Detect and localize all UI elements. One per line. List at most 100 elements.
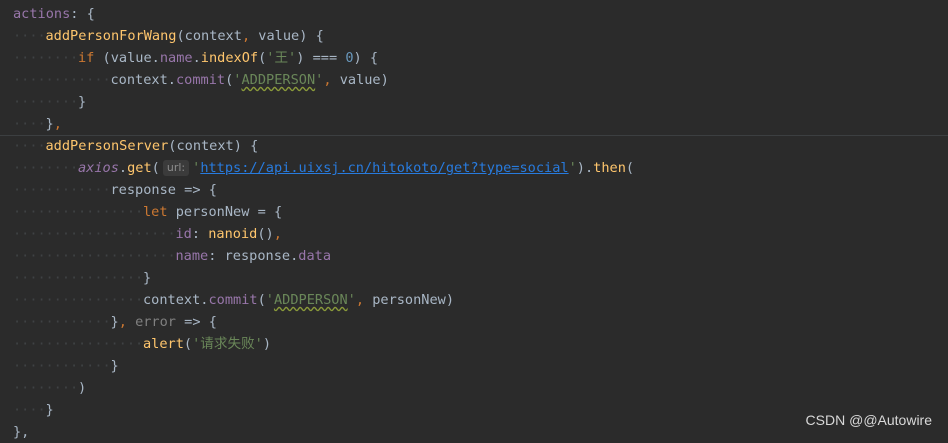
indent-guide: ····	[13, 72, 46, 88]
indent-guide: ····	[13, 204, 46, 220]
code-line[interactable]: ···· ···· ····}, error => {	[0, 311, 948, 333]
indent-guide: ····	[78, 72, 111, 88]
code-line[interactable]: ···· ···· ···· ···· context.commit('ADDPERSO…	[0, 289, 948, 311]
indent-guide: ····	[13, 358, 46, 374]
indent-guide: ····	[45, 292, 79, 308]
code-line[interactable]: ···· ···· ···· ····}	[0, 267, 948, 289]
indent-guide: ····	[13, 160, 46, 176]
code-token: ADDPERSON	[273, 292, 348, 308]
code-token: nanoid	[208, 226, 258, 242]
code-line[interactable]: ···· ···· ···· context.commit('ADDPERSON', …	[0, 69, 948, 91]
indent-guide: ····	[143, 248, 176, 264]
code-token: name	[175, 248, 209, 264]
code-token: :	[191, 226, 209, 242]
code-token: }	[78, 94, 87, 110]
code-line[interactable]: ···· ···· ···· ···· let personNew = {	[0, 201, 948, 223]
csdn-watermark: CSDN @@Autowire	[805, 412, 932, 428]
code-line[interactable]: ···· ····)	[0, 377, 948, 399]
code-line[interactable]: ···· ···· if (value.name.indexOf('王') === …	[0, 47, 948, 69]
indent-guide: ····	[13, 380, 46, 396]
code-token: commit	[208, 292, 258, 308]
code-line[interactable]: actions: {	[0, 3, 948, 25]
code-token: (context) {	[168, 138, 259, 154]
indent-guide: ····	[78, 336, 111, 352]
code-token: context.	[143, 292, 209, 308]
indent-guide: ····	[13, 402, 46, 418]
code-token: commit	[175, 72, 226, 88]
code-token: personNew = {	[167, 204, 283, 220]
code-token: )	[262, 336, 272, 352]
code-token: response => {	[110, 182, 217, 198]
code-text: )	[78, 377, 86, 399]
code-line[interactable]: ···· addPersonServer(context) {	[0, 135, 948, 157]
indent-guide: ····	[13, 292, 46, 308]
indent-guide: ····	[78, 182, 111, 198]
code-line[interactable]: ···· ···· ····}	[0, 355, 948, 377]
code-line[interactable]: ···· ····}	[0, 91, 948, 113]
indent-guide: ····	[110, 292, 144, 308]
code-text: }	[143, 267, 151, 289]
indent-guide: ····	[78, 292, 111, 308]
code-token: context.	[110, 72, 176, 88]
indent-guide: ····	[13, 314, 46, 330]
code-text: context.commit('ADDPERSON', personNew)	[143, 289, 454, 311]
indent-guide: ····	[45, 94, 79, 110]
indent-guide: ····	[13, 94, 46, 110]
code-line[interactable]: ···· ···· axios.get(url:'https://api.uixsj…	[0, 157, 948, 179]
code-editor[interactable]: actions: {···· addPersonForWang(context, …	[0, 0, 948, 440]
code-token: 0	[345, 50, 354, 66]
code-token: ADDPERSON	[241, 72, 316, 88]
code-text: }, error => {	[111, 311, 217, 333]
indent-guide: ····	[45, 72, 79, 88]
indent-guide: ····	[45, 182, 79, 198]
indent-guide: ····	[45, 248, 79, 264]
code-token: }	[45, 402, 54, 418]
code-text: context.commit('ADDPERSON', value)	[111, 69, 389, 91]
indent-guide: ····	[45, 160, 79, 176]
code-line[interactable]: ···· ···· ···· ···· ···· name: response.data	[0, 245, 948, 267]
code-token: error	[135, 314, 176, 330]
indent-guide: ····	[45, 336, 79, 352]
code-token: .	[192, 50, 201, 66]
code-token: : {	[70, 6, 95, 22]
code-line[interactable]: ····},	[0, 113, 948, 136]
indent-guide: ····	[13, 182, 46, 198]
code-line[interactable]: ···· ···· ···· ···· alert('请求失败')	[0, 333, 948, 355]
code-token: value) {	[250, 28, 324, 44]
code-token[interactable]: https://api.uixsj.cn/hitokoto/get?type=s…	[200, 160, 568, 176]
indent-guide: ····	[110, 270, 144, 286]
code-text: },	[13, 421, 29, 443]
indent-guide: ····	[78, 204, 111, 220]
code-text: alert('请求失败')	[143, 333, 271, 355]
code-token: id	[175, 226, 192, 242]
code-token: '	[568, 160, 577, 176]
indent-guide: ····	[13, 336, 46, 352]
indent-guide: ····	[45, 226, 79, 242]
code-text: response => {	[111, 179, 217, 201]
code-token: }	[110, 314, 119, 330]
indent-guide: ····	[45, 314, 79, 330]
code-token: ()	[257, 226, 274, 242]
code-text: actions: {	[13, 3, 95, 25]
code-line[interactable]: ···· ···· ···· response => {	[0, 179, 948, 201]
code-text: axios.get(url:'https://api.uixsj.cn/hito…	[78, 157, 634, 179]
code-token: }	[45, 116, 54, 132]
indent-guide: ····	[78, 314, 111, 330]
code-text: let personNew = {	[143, 201, 282, 223]
code-token: if	[78, 50, 95, 66]
code-token: addPersonForWang	[45, 28, 177, 44]
code-line[interactable]: ···· addPersonForWang(context, value) {	[0, 25, 948, 47]
code-text: addPersonServer(context) {	[46, 135, 259, 157]
code-token: '请求失败'	[192, 336, 263, 352]
code-text: }	[78, 91, 86, 113]
indent-guide: ····	[13, 226, 46, 242]
code-line[interactable]: ···· ···· ···· ···· ···· id: nanoid(),	[0, 223, 948, 245]
code-token: }	[143, 270, 152, 286]
indent-guide: ····	[13, 270, 46, 286]
indent-guide: ····	[143, 226, 176, 242]
code-token: '	[265, 292, 274, 308]
code-token: (context	[176, 28, 242, 44]
code-token: ).	[576, 160, 594, 176]
code-text: id: nanoid(),	[176, 223, 282, 245]
